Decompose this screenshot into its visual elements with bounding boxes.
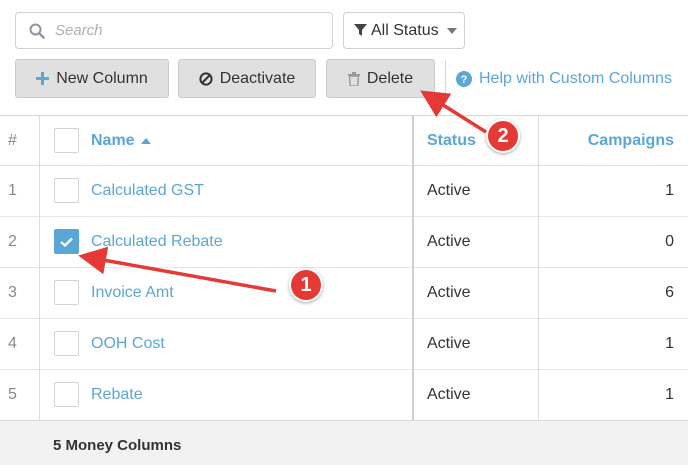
annotation-badge-2: 2	[486, 119, 520, 153]
annotation-arrow-2	[420, 90, 487, 134]
annotation-arrow-1	[78, 246, 277, 293]
annotation-badge-1: 1	[289, 268, 323, 302]
annotation-arrows	[78, 90, 487, 293]
